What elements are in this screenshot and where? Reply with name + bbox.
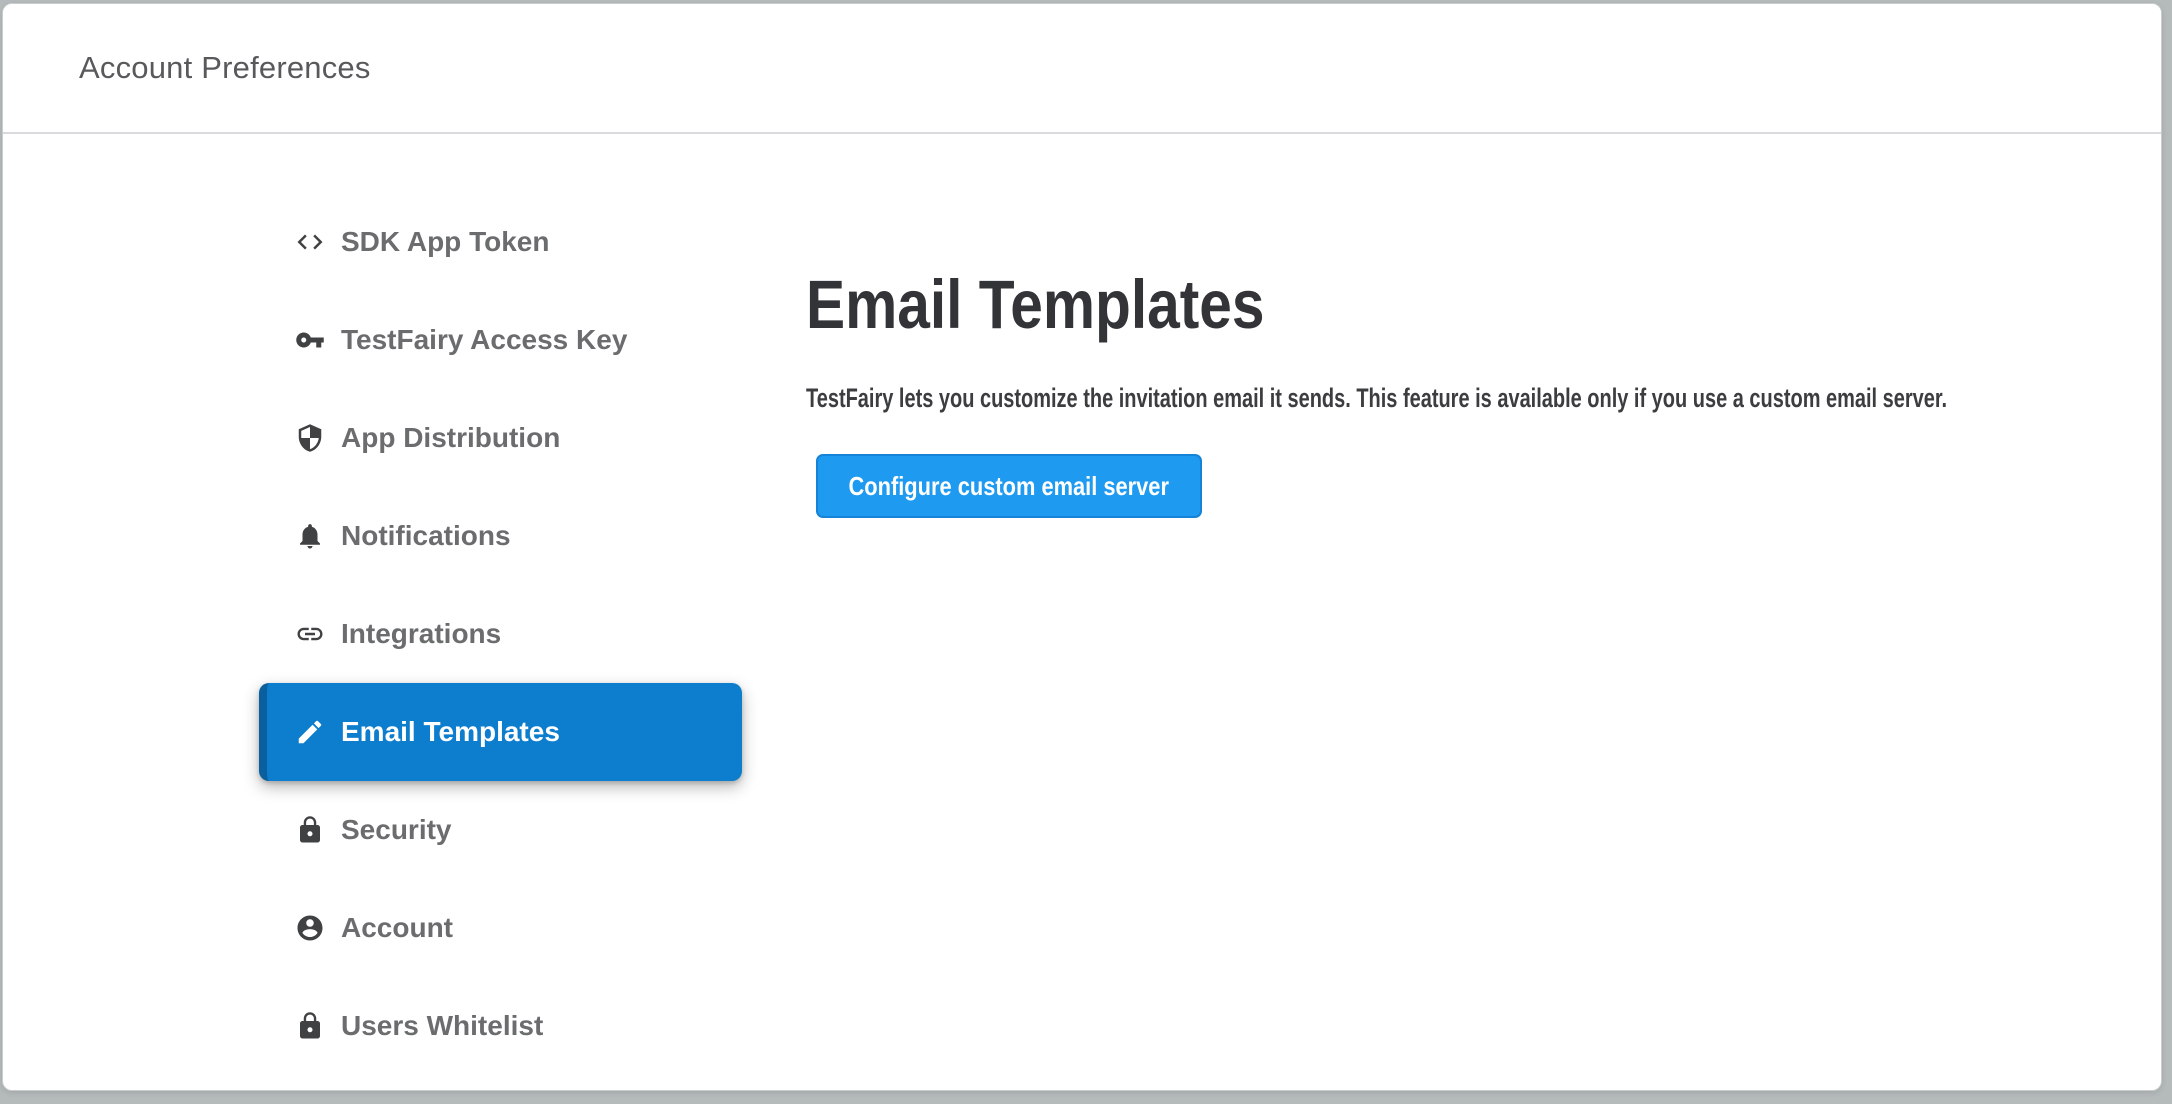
account-preferences-window: Account Preferences SDK App Token TestFa… xyxy=(2,3,2162,1091)
shield-icon xyxy=(295,423,325,453)
sidebar-item-label: Notifications xyxy=(341,520,511,552)
main-heading: Email Templates xyxy=(806,265,1265,344)
sidebar-item-label: Integrations xyxy=(341,618,501,650)
sidebar-item-app-distribution[interactable]: App Distribution xyxy=(259,389,742,487)
person-icon xyxy=(295,913,325,943)
sidebar-item-integrations[interactable]: Integrations xyxy=(259,585,742,683)
window-header: Account Preferences xyxy=(3,4,2161,134)
lock-icon xyxy=(295,1011,325,1041)
pencil-icon xyxy=(295,717,325,747)
page: Account Preferences SDK App Token TestFa… xyxy=(0,0,2172,1104)
sidebar-item-label: Security xyxy=(341,814,452,846)
sidebar-item-label: TestFairy Access Key xyxy=(341,324,627,356)
page-title: Account Preferences xyxy=(79,50,371,86)
key-icon xyxy=(295,325,325,355)
sidebar-item-sdk-app-token[interactable]: SDK App Token xyxy=(259,193,742,291)
sidebar-item-label: App Distribution xyxy=(341,422,560,454)
sidebar-item-security[interactable]: Security xyxy=(259,781,742,879)
sidebar-item-label: Account xyxy=(341,912,453,944)
sidebar-item-label: Users Whitelist xyxy=(341,1010,543,1042)
code-icon xyxy=(295,227,325,257)
sidebar-item-account[interactable]: Account xyxy=(259,879,742,977)
configure-custom-email-server-button[interactable]: Configure custom email server xyxy=(816,454,1202,518)
sidebar-item-testfairy-access-key[interactable]: TestFairy Access Key xyxy=(259,291,742,389)
sidebar-item-label: SDK App Token xyxy=(341,226,549,258)
sidebar: SDK App Token TestFairy Access Key App D… xyxy=(259,193,742,1075)
configure-custom-email-server-button-label: Configure custom email server xyxy=(849,471,1169,502)
main-description: TestFairy lets you customize the invitat… xyxy=(806,383,1947,414)
bell-icon xyxy=(295,521,325,551)
lock-icon xyxy=(295,815,325,845)
sidebar-item-label: Email Templates xyxy=(341,716,560,748)
sidebar-item-users-whitelist[interactable]: Users Whitelist xyxy=(259,977,742,1075)
link-icon xyxy=(295,619,325,649)
sidebar-item-email-templates[interactable]: Email Templates xyxy=(259,683,742,781)
sidebar-item-notifications[interactable]: Notifications xyxy=(259,487,742,585)
